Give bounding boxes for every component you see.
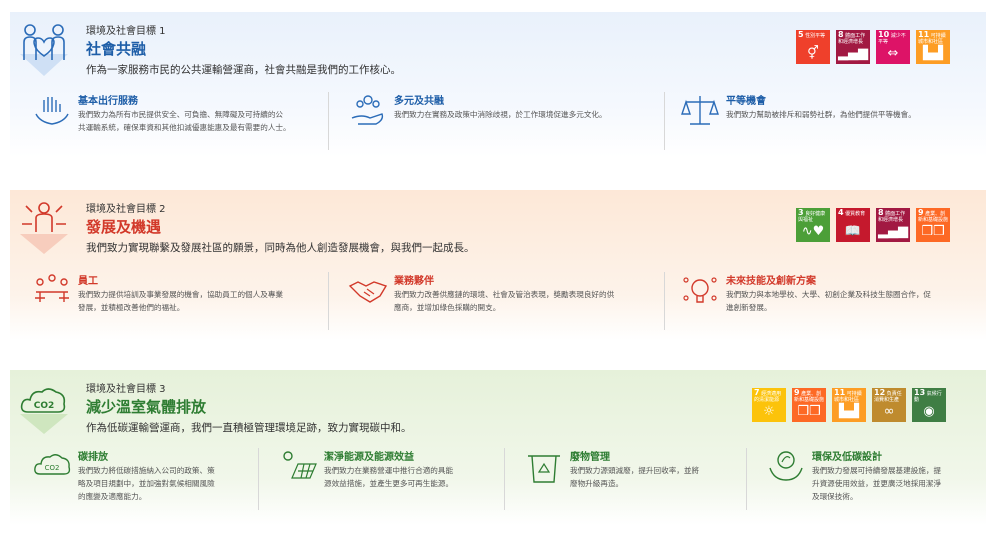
goal-3-title: 減少溫室氣體排放 — [86, 398, 207, 416]
divider — [328, 92, 329, 150]
svg-text:CO2: CO2 — [34, 401, 55, 411]
goal-2-description: 我們致力實現聯繫及發展社區的願景，同時為他人創造發展機會，與我們一起成長。 — [86, 242, 475, 254]
recycle-bin-icon — [528, 455, 560, 483]
item-text: 我們致力在業務營運中推行合適的具能 源效益措施，並產生更多可再生能源。 — [324, 466, 454, 488]
sdg-badge-11[interactable]: 11 可持續城市和社區 ▙▟ — [832, 388, 866, 422]
hand-people-icon — [351, 95, 384, 125]
item-text: 我們致力與本地學校、大學、初創企業及科技生態圈合作，促 進創新發展。 — [726, 290, 932, 312]
item-title: 環保及低碳設計 — [812, 452, 882, 463]
divider — [258, 448, 259, 510]
item-title: 業務夥伴 — [394, 276, 434, 287]
goal-3-description: 作為低碳運輸營運商，我們一直積極管理環境足跡，致力實現碳中和。 — [86, 422, 412, 434]
item-business-partners: 業務夥伴 我們致力改善供應鏈的環境、社會及管治表現，獎勵表現良好的供 應商，並增加… — [348, 272, 658, 332]
divider — [664, 92, 665, 150]
goal-1-title: 社會共融 — [86, 40, 147, 58]
item-text: 我們致力幫助被排斥和弱勢社群，為他們提供平等機會。 — [726, 110, 916, 119]
sdg-badge-7[interactable]: 7 經濟適用的清潔能源 ☼ — [752, 388, 786, 422]
item-future-skills-innovation: 未來技能及創新方案 我們致力與本地學校、大學、初創企業及科技生態圈合作，促 進創新… — [680, 272, 976, 332]
meeting-people-icon — [35, 274, 69, 302]
sdg-badge-10[interactable]: 10 減少不平等 ⇔ — [876, 30, 910, 64]
item-waste-management: 廢物管理 我們致力源頭減廢，提升回收率，並將 廢物升級再造。 — [524, 448, 749, 508]
item-title: 潔淨能源及能源效益 — [324, 452, 414, 463]
goal-3-tag: 環境及社會目標 3 — [86, 384, 166, 395]
divider — [664, 272, 665, 330]
reduced-inequality-icon: ⇔ — [887, 46, 899, 61]
sdg-badge-3[interactable]: 3 良好健康與福祉 ∿♥ — [796, 208, 830, 242]
item-text: 我們致力在實務及政策中消除歧視，於工作環境促進多元文化。 — [394, 110, 607, 119]
item-equal-opportunity: 平等機會 我們致力幫助被排斥和弱勢社群，為他們提供平等機會。 — [680, 92, 970, 152]
item-diversity-inclusion: 多元及共融 我們致力在實務及政策中消除歧視，於工作環境促進多元文化。 — [348, 92, 648, 152]
divider — [504, 448, 505, 510]
growth-chart-icon: ▂▄▆ — [838, 46, 868, 61]
sdg-badge-11[interactable]: 11 可持續城市和社區 ▙▟ — [916, 30, 950, 64]
item-text: 我們致力為所有市民提供安全、可負擔、無障礙及可持續的公 共運輸系統，確保車資和其他… — [78, 110, 291, 132]
innovation-cubes-icon: ❒❒ — [797, 404, 821, 419]
book-icon: 📖 — [844, 224, 862, 239]
sdg-badge-9[interactable]: 9 產業、創新和基礎設施 ❒❒ — [916, 208, 950, 242]
hands-leaf-icon — [769, 451, 803, 481]
item-clean-energy: 潔淨能源及能源效益 我們致力在業務營運中推行合適的具能 源效益措施，並產生更多可再… — [278, 448, 508, 508]
sdg-badge-12[interactable]: 12 負責任消費和生產 ∞ — [872, 388, 906, 422]
goal-1-description: 作為一家服務市民的公共運輸營運商，社會共融是我們的工作核心。 — [86, 64, 401, 76]
balance-scale-icon — [681, 96, 719, 125]
item-eco-design: 環保及低碳設計 我們致力發展可持續發展基建設施，提 升資源使用效益，並更廣泛地採用… — [766, 448, 981, 508]
city-buildings-icon: ▙▟ — [839, 404, 859, 419]
growth-chart-icon: ▂▄▆ — [878, 224, 908, 239]
goal-3-sdg-badges: 7 經濟適用的清潔能源 ☼ 9 產業、創新和基礎設施 ❒❒ 11 可持續城市和社區 ▙… — [752, 388, 946, 422]
sdg-badge-5[interactable]: 5 性別平等 ⚥ — [796, 30, 830, 64]
co2-cloud-icon: CO2 — [20, 388, 68, 434]
divider — [746, 448, 747, 510]
solar-panel-icon — [283, 451, 317, 479]
item-title: 碳排放 — [78, 452, 108, 463]
heartbeat-icon: ∿♥ — [801, 224, 825, 239]
goal-2-title: 發展及機遇 — [86, 218, 162, 236]
divider — [328, 272, 329, 330]
item-carbon-emissions: CO2 碳排放 我們致力將低碳措施納入公司的政策、策 略及項目規劃中，並加強對氣候… — [32, 448, 262, 508]
item-title: 平等機會 — [726, 96, 766, 107]
goal-2-section: 環境及社會目標 2 發展及機遇 我們致力實現聯繫及發展社區的願景，同時為他人創造… — [10, 190, 986, 340]
goal-3-section: CO2 環境及社會目標 3 減少溫室氣體排放 作為低碳運輸營運商，我們一直積極管… — [10, 370, 986, 525]
sdg-badge-9[interactable]: 9 產業、創新和基礎設施 ❒❒ — [792, 388, 826, 422]
item-title: 員工 — [78, 276, 98, 287]
sdg-badge-8[interactable]: 8 體面工作和經濟增長 ▂▄▆ — [876, 208, 910, 242]
item-title: 基本出行服務 — [78, 96, 138, 107]
earth-eye-icon: ◉ — [923, 404, 935, 419]
item-title: 多元及共融 — [394, 96, 444, 107]
gender-equality-icon: ⚥ — [807, 46, 819, 61]
item-text: 我們致力提供培訓及事業發展的機會，協助員工的個人及專業 發展，並積極改善他們的福祉… — [78, 290, 284, 312]
community-hearts-icon — [20, 24, 68, 76]
item-text: 我們致力改善供應鏈的環境、社會及管治表現，獎勵表現良好的供 應商，並增加綠色採購的… — [394, 290, 615, 312]
item-text: 我們致力發展可持續發展基建設施，提 升資源使用效益，並更廣泛地採用潔淨 及環保技術。 — [812, 466, 942, 501]
sdg-badge-13[interactable]: 13 氣候行動 ◉ — [912, 388, 946, 422]
hands-care-icon — [35, 97, 69, 125]
sdg-badge-4[interactable]: 4 優質教育 📖 — [836, 208, 870, 242]
handshake-icon — [348, 281, 388, 303]
item-text: 我們致力源頭減廢，提升回收率，並將 廢物升級再造。 — [570, 466, 700, 488]
item-title: 未來技能及創新方案 — [726, 276, 816, 287]
item-employees: 員工 我們致力提供培訓及事業發展的機會，協助員工的個人及專業 發展，並積極改善他們… — [32, 272, 332, 332]
goal-1-tag: 環境及社會目標 1 — [86, 26, 166, 37]
svg-text:CO2: CO2 — [45, 464, 60, 472]
sdg-badge-8[interactable]: 8 體面工作和經濟增長 ▂▄▆ — [836, 30, 870, 64]
infinity-loop-icon: ∞ — [883, 404, 895, 419]
goal-1-sdg-badges: 5 性別平等 ⚥ 8 體面工作和經濟增長 ▂▄▆ 10 減少不平等 ⇔ 11 可持續城… — [796, 30, 950, 64]
item-basic-mobility: 基本出行服務 我們致力為所有市民提供安全、可負擔、無障礙及可持續的公 共運輸系統，… — [32, 92, 332, 152]
innovation-cubes-icon: ❒❒ — [921, 224, 945, 239]
goal-2-sdg-badges: 3 良好健康與福祉 ∿♥ 4 優質教育 📖 8 體面工作和經濟增長 ▂▄▆ 9 產業、… — [796, 208, 950, 242]
goal-2-tag: 環境及社會目標 2 — [86, 204, 166, 215]
co2-cloud-small-icon: CO2 — [34, 454, 71, 475]
sun-energy-icon: ☼ — [763, 404, 775, 419]
goal-1-section: 環境及社會目標 1 社會共融 作為一家服務市民的公共運輸營運商，社會共融是我們的… — [10, 12, 986, 157]
item-title: 廢物管理 — [570, 452, 610, 463]
item-text: 我們致力將低碳措施納入公司的政策、策 略及項目規劃中，並加強對氣候相關風險 的應變及… — [78, 466, 215, 501]
city-buildings-icon: ▙▟ — [923, 46, 943, 61]
growth-person-icon — [20, 202, 68, 254]
lightbulb-network-icon — [683, 277, 717, 303]
